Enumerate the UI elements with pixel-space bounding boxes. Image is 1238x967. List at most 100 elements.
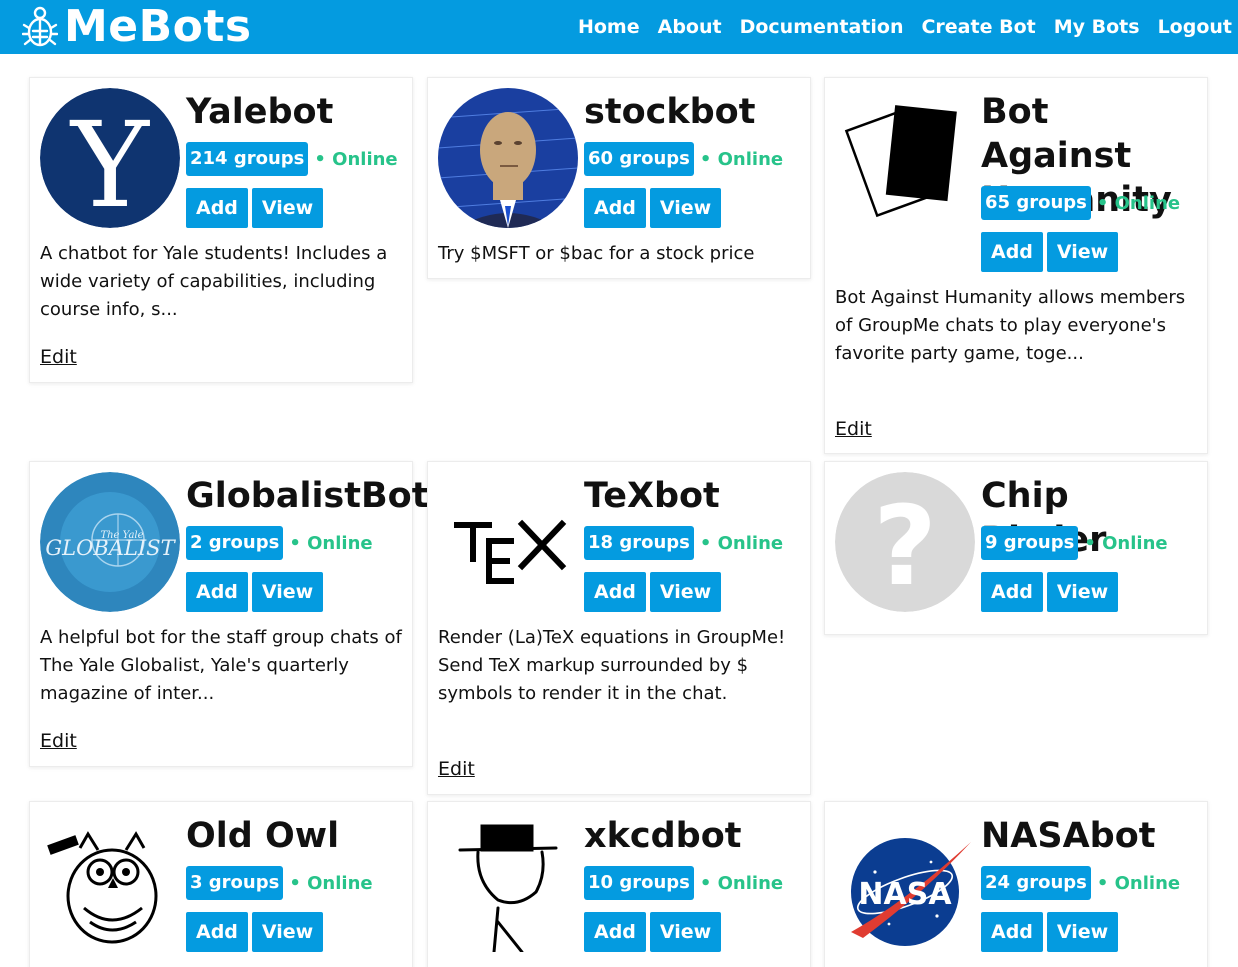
view-button[interactable]: View: [649, 188, 722, 228]
nav-logout[interactable]: Logout: [1158, 16, 1232, 38]
nav-about[interactable]: About: [658, 16, 722, 38]
bot-description: Try $MSFT or $bac for a stock price: [438, 243, 755, 264]
bot-meta: 10 groups • Online: [584, 866, 783, 900]
view-button[interactable]: View: [251, 912, 324, 952]
nav-home[interactable]: Home: [578, 16, 640, 38]
bot-avatar: The Yale GLOBALIST: [40, 472, 180, 612]
groups-badge: 60 groups: [584, 142, 694, 176]
edit-link[interactable]: Edit: [40, 730, 77, 752]
add-button[interactable]: Add: [584, 912, 646, 952]
view-button[interactable]: View: [251, 572, 324, 612]
edit-link[interactable]: Edit: [835, 418, 872, 440]
add-button[interactable]: Add: [186, 188, 248, 228]
bot-name: Yalebot: [186, 92, 334, 132]
svg-text:GLOBALIST: GLOBALIST: [45, 536, 176, 560]
nav-documentation[interactable]: Documentation: [740, 16, 904, 38]
bot-avatar: NASA: [835, 812, 975, 952]
groups-badge: 10 groups: [584, 866, 694, 900]
bot-actions: Add View: [186, 912, 327, 952]
bot-meta: 24 groups • Online: [981, 866, 1180, 900]
bot-card-bot-against-humanity: Bot Against Humanity 65 groups • Online …: [824, 77, 1208, 454]
edit-link[interactable]: Edit: [438, 758, 475, 780]
add-button[interactable]: Add: [186, 912, 248, 952]
nav-my-bots[interactable]: My Bots: [1054, 16, 1140, 38]
bug-bot-icon: [22, 6, 58, 47]
online-status: • Online: [699, 872, 784, 894]
add-button[interactable]: Add: [981, 912, 1043, 952]
bot-meta: 3 groups • Online: [186, 866, 373, 900]
bot-actions: Add View: [981, 232, 1122, 272]
online-status: • Online: [289, 532, 373, 554]
groups-badge: 9 groups: [981, 526, 1079, 560]
bot-description: A helpful bot for the staff group chats …: [40, 627, 402, 704]
bot-avatar: [835, 88, 975, 228]
bot-actions: Add View: [186, 188, 327, 228]
add-button[interactable]: Add: [584, 572, 646, 612]
bot-name: NASAbot: [981, 816, 1156, 856]
add-button[interactable]: Add: [186, 572, 248, 612]
bot-description: Render (La)TeX equations in GroupMe! Sen…: [438, 627, 786, 704]
bot-meta: 18 groups • Online: [584, 526, 783, 560]
bot-card-texbot: TeXbot 18 groups • Online Add View Rende…: [427, 461, 811, 795]
bot-name: xkcdbot: [584, 816, 742, 856]
svg-text:?: ?: [873, 482, 937, 610]
bot-avatar: [438, 812, 578, 952]
brand-link[interactable]: MeBots: [22, 4, 252, 50]
view-button[interactable]: View: [1046, 572, 1119, 612]
bot-meta: 60 groups • Online: [584, 142, 783, 176]
add-button[interactable]: Add: [584, 188, 646, 228]
bot-card-globalistbot: The Yale GLOBALIST GlobalistBot 2 groups…: [29, 461, 429, 767]
online-status: • Online: [699, 532, 784, 554]
add-button[interactable]: Add: [981, 232, 1043, 272]
online-status: • Online: [314, 148, 398, 170]
bot-name: Old Owl: [186, 816, 340, 856]
bot-meta: 214 groups • Online: [186, 142, 398, 176]
bot-name: TeXbot: [584, 476, 720, 516]
bot-name: GlobalistBot: [186, 476, 429, 516]
view-button[interactable]: View: [649, 912, 722, 952]
bot-avatar: [40, 812, 180, 952]
bot-avatar: ?: [835, 472, 975, 612]
bot-meta: 2 groups • Online: [186, 526, 373, 560]
bot-card-chip-rittler: ? Chip Rittler 9 groups • Online Add Vie…: [824, 461, 1208, 635]
bot-card-old-owl: Old Owl 3 groups • Online Add View: [29, 801, 413, 967]
groups-badge: 3 groups: [186, 866, 284, 900]
groups-badge: 2 groups: [186, 526, 284, 560]
bot-avatar: Y: [40, 88, 180, 228]
bot-card-xkcdbot: xkcdbot 10 groups • Online Add View: [427, 801, 811, 967]
online-status: • Online: [289, 872, 373, 894]
view-button[interactable]: View: [649, 572, 722, 612]
bot-avatar: [438, 88, 578, 228]
bot-meta: 9 groups • Online: [981, 526, 1168, 560]
bot-actions: Add View: [186, 572, 327, 612]
bot-actions: Add View: [584, 912, 725, 952]
bot-meta: 65 groups • Online: [981, 186, 1180, 220]
view-button[interactable]: View: [1046, 912, 1119, 952]
groups-badge: 24 groups: [981, 866, 1091, 900]
add-button[interactable]: Add: [981, 572, 1043, 612]
nav-create-bot[interactable]: Create Bot: [921, 16, 1035, 38]
bot-card-yalebot: Y Yalebot 214 groups • Online Add View A…: [29, 77, 413, 383]
bot-description: Bot Against Humanity allows members of G…: [835, 287, 1186, 364]
bot-actions: Add View: [981, 912, 1122, 952]
groups-badge: 65 groups: [981, 186, 1091, 220]
bot-avatar: [438, 472, 578, 612]
bot-card-stockbot: stockbot 60 groups • Online Add View Try…: [427, 77, 811, 279]
online-status: • Online: [1096, 192, 1181, 214]
nav-links: Home About Documentation Create Bot My B…: [560, 0, 1232, 54]
svg-text:NASA: NASA: [858, 877, 952, 912]
bot-description: A chatbot for Yale students! Includes a …: [40, 243, 388, 320]
svg-text:Y: Y: [69, 96, 150, 228]
navbar: MeBots Home About Documentation Create B…: [0, 0, 1238, 54]
groups-badge: 214 groups: [186, 142, 309, 176]
bot-name: stockbot: [584, 92, 756, 132]
groups-badge: 18 groups: [584, 526, 694, 560]
edit-link[interactable]: Edit: [40, 346, 77, 368]
view-button[interactable]: View: [251, 188, 324, 228]
bot-actions: Add View: [981, 572, 1122, 612]
bot-actions: Add View: [584, 188, 725, 228]
online-status: • Online: [1096, 872, 1181, 894]
online-status: • Online: [699, 148, 784, 170]
view-button[interactable]: View: [1046, 232, 1119, 272]
brand-name: MeBots: [64, 1, 252, 52]
